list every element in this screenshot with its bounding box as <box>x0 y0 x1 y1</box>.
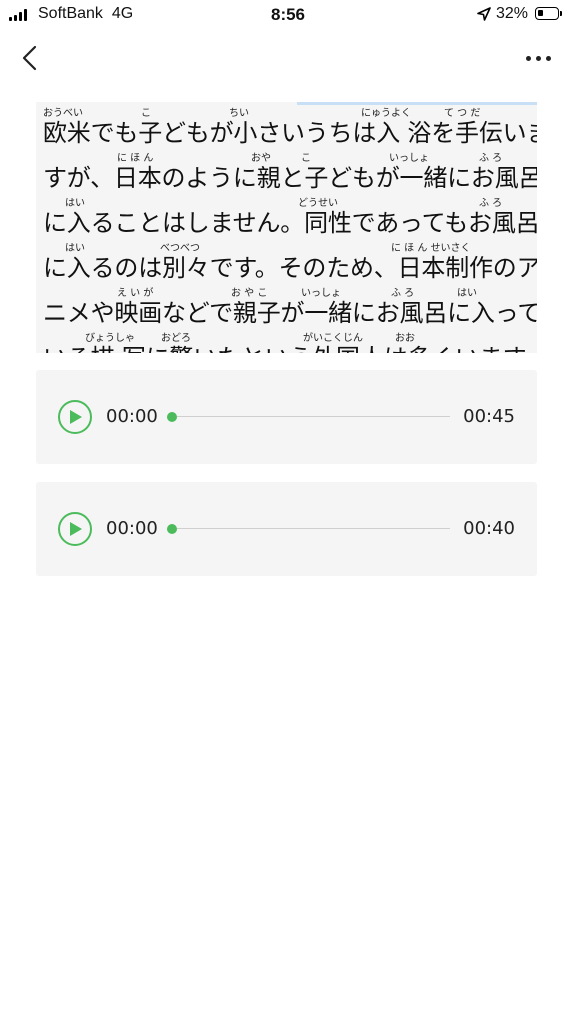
reading-text: おうべい こ ちい にゅうよく て つ だ 欧米でも子どもが小さいうちは入 浴を… <box>43 102 537 353</box>
seek-track[interactable] <box>172 416 450 417</box>
text-line-content: に入ることはしません。同性であってもお風呂 <box>43 209 537 237</box>
back-button[interactable] <box>16 44 46 74</box>
battery-cap <box>560 11 562 16</box>
current-time: 00:00 <box>106 406 158 427</box>
status-bar: SoftBank 4G 8:56 32% <box>0 0 576 30</box>
audio-player: 00:00 00:45 <box>36 370 537 464</box>
battery-icon <box>535 7 559 20</box>
text-line-content: いる描 写に驚いたという外国人は多くいます。 <box>43 345 537 353</box>
text-line: はい べつべつ に ほ ん せいさく に入るのは別々です。そのため、日本制作のア <box>43 237 537 282</box>
ellipsis-icon-dot <box>525 55 531 61</box>
text-line: おうべい こ ちい にゅうよく て つ だ 欧米でも子どもが小さいうちは入 浴を… <box>43 102 537 147</box>
text-line: はい どうせい ふ ろ に入ることはしません。同性であってもお風呂 <box>43 192 537 237</box>
ellipsis-icon-dot <box>535 55 541 61</box>
ellipsis-icon-dot <box>545 55 551 61</box>
seek-slider-handle[interactable] <box>167 524 177 534</box>
play-icon <box>70 522 82 536</box>
text-line-content: ニメや映画などで親子が一緒にお風呂に入って <box>43 299 537 327</box>
seek-slider-handle[interactable] <box>167 412 177 422</box>
play-icon <box>70 410 82 424</box>
text-line: びょうしゃ おどろ がいこくじん おお いる描 写に驚いたという外国人は多くいま… <box>43 327 537 353</box>
battery-percentage: 32% <box>496 5 529 22</box>
audio-player: 00:00 00:40 <box>36 482 537 576</box>
text-line: に ほ ん おや こ いっしょ ふ ろ すが、日本のように親と子どもが一緒にお風… <box>43 147 537 192</box>
chevron-left-icon <box>22 45 37 71</box>
play-button[interactable] <box>58 400 92 434</box>
play-button[interactable] <box>58 512 92 546</box>
reading-text-card: おうべい こ ちい にゅうよく て つ だ 欧米でも子どもが小さいうちは入 浴を… <box>36 102 537 353</box>
current-time: 00:00 <box>106 518 158 539</box>
location-arrow-icon <box>477 7 491 21</box>
text-line-content: すが、日本のように親と子どもが一緒にお風呂 <box>43 164 537 192</box>
more-options-button[interactable] <box>520 50 556 66</box>
seek-track[interactable] <box>172 528 450 529</box>
duration: 00:40 <box>463 518 515 539</box>
text-line: え い が お や こ いっしょ ふ ろ はい ニメや映画などで親子が一緒にお風… <box>43 282 537 327</box>
text-line-content: 欧米でも子どもが小さいうちは入 浴を手伝いま <box>43 119 537 147</box>
duration: 00:45 <box>463 406 515 427</box>
text-line-content: に入るのは別々です。そのため、日本制作のア <box>43 254 537 282</box>
